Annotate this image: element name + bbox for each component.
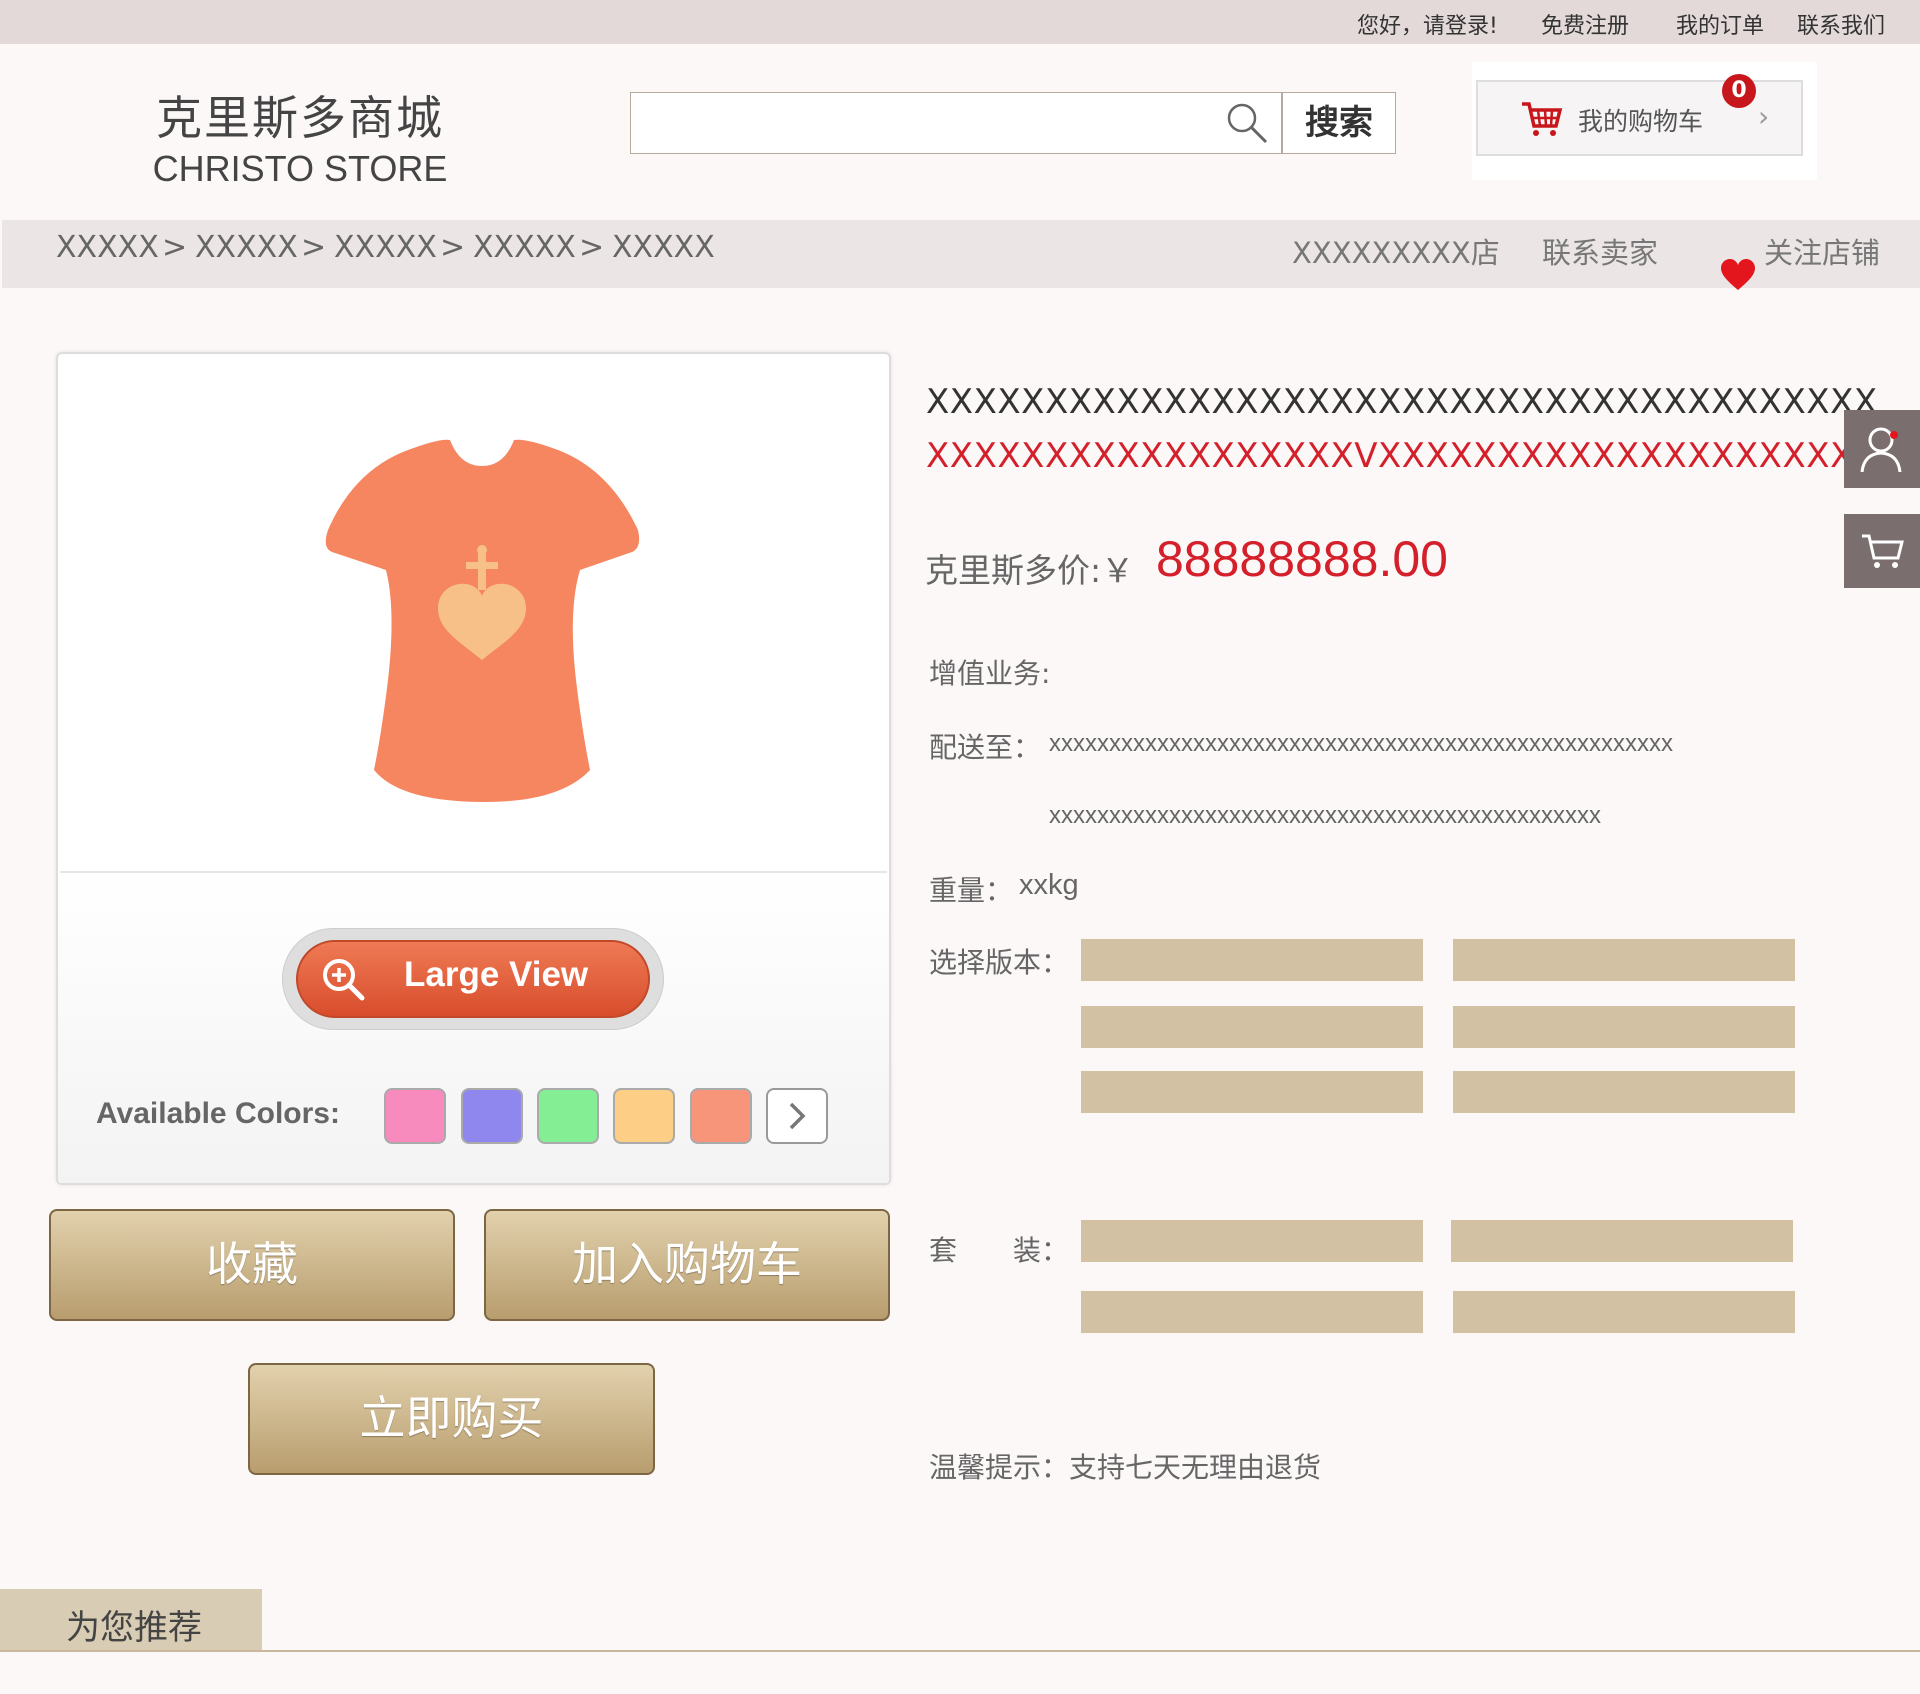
user-icon	[1860, 427, 1902, 473]
register-link[interactable]: 免费注册	[1541, 8, 1629, 40]
add-to-cart-button[interactable]: 加入购物车	[484, 1209, 890, 1321]
bundle-option[interactable]	[1451, 1220, 1793, 1262]
version-label: 选择版本：	[929, 946, 1070, 979]
search-box	[630, 92, 1282, 154]
breadcrumb-item[interactable]: XXXXX	[56, 230, 159, 265]
ship-to-address-line2[interactable]: xxxxxxxxxxxxxxxxxxxxxxxxxxxxxxxxxxxxxxxx…	[1049, 802, 1601, 830]
cart-icon	[1862, 534, 1904, 568]
login-link[interactable]: 您好，请登录!	[1357, 8, 1498, 40]
version-option[interactable]	[1453, 1006, 1795, 1048]
my-orders-link[interactable]: 我的订单	[1676, 8, 1764, 40]
color-swatch-yellow[interactable]	[613, 1088, 675, 1144]
version-option[interactable]	[1453, 1071, 1795, 1113]
chevron-right-icon	[789, 1102, 806, 1130]
colors-next-button[interactable]	[766, 1088, 828, 1144]
contact-seller-link[interactable]: 联系卖家	[1542, 230, 1658, 272]
breadcrumb-separator: >	[579, 230, 605, 265]
contact-us-link[interactable]: 联系我们	[1797, 8, 1885, 40]
ship-to-label: 配送至：	[929, 731, 1042, 764]
product-tshirt-image[interactable]	[320, 430, 645, 810]
bundle-label: 套 装：	[929, 1234, 1070, 1267]
product-title: XXXXXXXXXXXXXXXXXXXXXXXXXXXXXXXXXXXXXXXX	[926, 382, 1878, 422]
heart-icon[interactable]	[1720, 258, 1756, 292]
color-swatch-purple[interactable]	[461, 1088, 523, 1144]
logo-chinese[interactable]: 克里斯多商城	[150, 82, 450, 148]
bundle-option[interactable]	[1453, 1291, 1795, 1333]
side-user-button[interactable]	[1844, 410, 1920, 488]
breadcrumb-item[interactable]: XXXXX	[473, 230, 576, 265]
large-view-label: Large View	[404, 955, 589, 994]
version-option[interactable]	[1081, 1006, 1423, 1048]
weight-label: 重量：	[929, 874, 1014, 907]
shop-name-link[interactable]: XXXXXXXXX店	[1292, 230, 1500, 272]
breadcrumb-separator: >	[162, 230, 188, 265]
divider	[60, 871, 887, 873]
top-bar	[0, 0, 1920, 44]
bundle-option[interactable]	[1081, 1220, 1423, 1262]
favorite-button[interactable]: 收藏	[49, 1209, 455, 1321]
cart-count-badge: 0	[1722, 74, 1756, 108]
chevron-right-icon: ›	[1758, 100, 1770, 133]
color-swatch-pink[interactable]	[384, 1088, 446, 1144]
available-colors-label: Available Colors:	[96, 1097, 340, 1130]
side-cart-button[interactable]	[1844, 514, 1920, 588]
recommend-divider	[0, 1650, 1920, 1652]
buy-now-button[interactable]: 立即购买	[248, 1363, 655, 1475]
search-icon[interactable]	[1224, 100, 1270, 146]
breadcrumb-item[interactable]: XXXXX	[612, 230, 715, 265]
price-value: 88888888.00	[1156, 531, 1448, 587]
warm-tip: 温馨提示：支持七天无理由退货	[929, 1451, 1322, 1484]
color-swatch-orange[interactable]	[690, 1088, 752, 1144]
value-added-label: 增值业务:	[929, 657, 1051, 690]
price-label: 克里斯多价:￥	[925, 551, 1135, 590]
breadcrumb-separator: >	[440, 230, 466, 265]
recommend-title: 为您推荐	[66, 1608, 202, 1648]
cart-icon	[1522, 102, 1563, 136]
breadcrumb-item[interactable]: XXXXX	[195, 230, 298, 265]
follow-shop-link[interactable]: 关注店铺	[1764, 230, 1880, 272]
breadcrumb-separator: >	[301, 230, 327, 265]
breadcrumb-item[interactable]: XXXXX	[334, 230, 437, 265]
version-option[interactable]	[1081, 939, 1423, 981]
bundle-option[interactable]	[1081, 1291, 1423, 1333]
color-swatch-green[interactable]	[537, 1088, 599, 1144]
version-option[interactable]	[1453, 939, 1795, 981]
weight-value: xxkg	[1019, 869, 1079, 901]
cart-label: 我的购物车	[1578, 107, 1704, 136]
logo-english[interactable]: CHRISTO STORE	[150, 148, 450, 190]
version-option[interactable]	[1081, 1071, 1423, 1113]
ship-to-address[interactable]: xxxxxxxxxxxxxxxxxxxxxxxxxxxxxxxxxxxxxxxx…	[1049, 730, 1673, 758]
search-input[interactable]	[631, 93, 1281, 153]
zoom-in-icon	[323, 959, 365, 1001]
product-subtitle: XXXXXXXXXXXXXXXXXXVXXXXXXXXXXXXXXXXXXXXX	[926, 436, 1878, 476]
search-button[interactable]: 搜索	[1282, 92, 1396, 154]
